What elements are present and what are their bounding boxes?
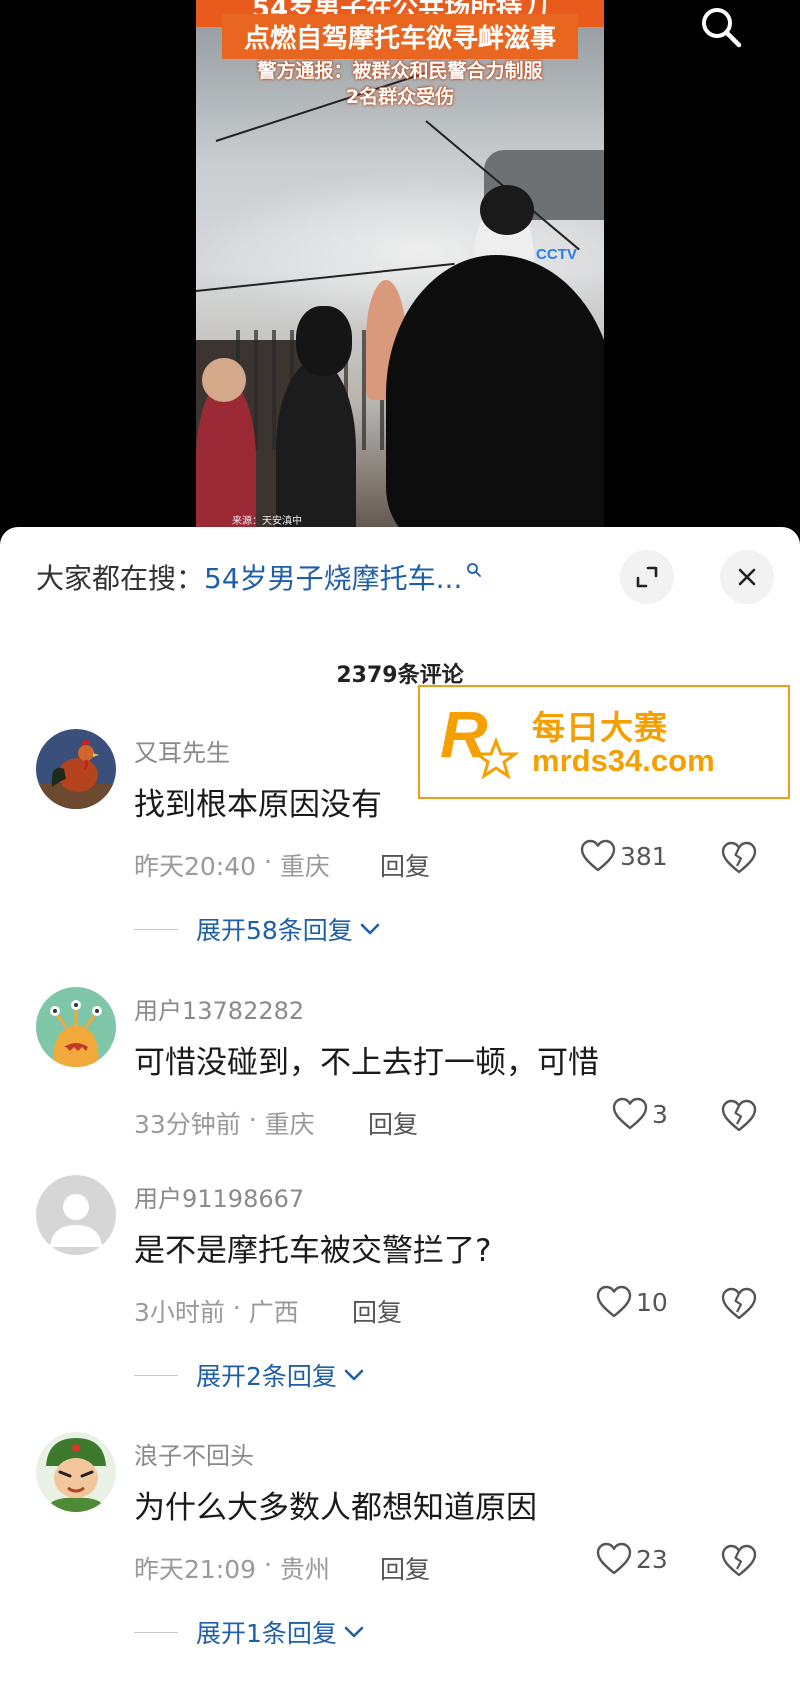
divider: [134, 928, 178, 930]
broken-heart-icon: [721, 1099, 757, 1132]
comment-time: 3小时前: [134, 1298, 225, 1327]
foreground-hair: [386, 255, 604, 540]
heart-icon: [580, 839, 616, 872]
divider: [134, 1631, 178, 1633]
comment-username[interactable]: 用户13782282: [134, 991, 304, 1026]
reply-button[interactable]: 回复: [352, 1293, 402, 1329]
comment-meta: 3小时前 · 广西: [134, 1293, 299, 1329]
comment-text: 找到根本原因没有: [134, 787, 382, 823]
chevron-down-icon: [344, 1369, 364, 1381]
meta-separator: ·: [256, 847, 280, 876]
dislike-button[interactable]: [720, 1544, 758, 1582]
ad-logo-icon: R: [440, 699, 520, 780]
like-button[interactable]: 10: [596, 1285, 668, 1319]
video-title-line1: 点燃自驾摩托车欲寻衅滋事: [222, 14, 578, 59]
broken-heart-icon: [721, 1544, 757, 1577]
meta-separator: ·: [224, 1293, 249, 1322]
dislike-button[interactable]: [720, 1099, 758, 1137]
like-count: 23: [636, 1544, 668, 1574]
comment-time: 33分钟前: [134, 1110, 241, 1139]
comment-username[interactable]: 用户91198667: [134, 1179, 304, 1214]
chevron-down-icon: [344, 1626, 364, 1638]
reply-button[interactable]: 回复: [380, 847, 430, 883]
like-count: 3: [652, 1099, 668, 1129]
search-icon: [467, 563, 482, 577]
close-icon: [738, 568, 756, 586]
comment-location: 广西: [248, 1298, 299, 1327]
like-button[interactable]: 381: [580, 839, 668, 873]
search-button[interactable]: [696, 2, 746, 52]
expand-replies[interactable]: 展开2条回复: [134, 1357, 365, 1393]
heart-icon: [612, 1097, 648, 1130]
like-button[interactable]: 3: [612, 1097, 668, 1131]
ad-url: mrds34.com: [532, 743, 715, 778]
soldier-avatar-icon: [36, 1432, 116, 1512]
expand-replies-label: 展开1条回复: [196, 1619, 337, 1648]
avatar[interactable]: [36, 1175, 116, 1255]
video-player[interactable]: CCTV 来源：天安滇中 54岁男子在公共场所持刀 点燃自驾摩托车欲寻衅滋事 警…: [0, 0, 800, 540]
comment-text: 可惜没碰到，不上去打一顿，可惜: [134, 1045, 599, 1081]
video-source: 来源：天安滇中: [232, 516, 302, 527]
chevron-down-icon: [360, 923, 380, 935]
comment-username[interactable]: 又耳先生: [134, 733, 230, 768]
divider: [134, 1374, 178, 1376]
comment-location: 贵州: [279, 1555, 330, 1584]
trending-search-prefix: 大家都在搜：: [36, 562, 205, 595]
comment-time: 昨天21:09: [134, 1555, 257, 1584]
default-avatar-icon: [36, 1175, 116, 1255]
comment-sheet: 大家都在搜： 54岁男子烧摩托车... 2379条评论 又耳先生 找到根本原因没…: [0, 527, 800, 1689]
expand-button[interactable]: [620, 550, 674, 604]
video-frame[interactable]: CCTV 来源：天安滇中 54岁男子在公共场所持刀 点燃自驾摩托车欲寻衅滋事 警…: [196, 0, 604, 540]
comment-text: 是不是摩托车被交警拦了?: [134, 1233, 492, 1269]
avatar[interactable]: [36, 1432, 116, 1512]
broken-heart-icon: [721, 841, 757, 874]
dislike-button[interactable]: [720, 841, 758, 879]
reply-button[interactable]: 回复: [368, 1105, 418, 1141]
ad-title: 每日大赛: [532, 708, 668, 747]
cctv-watermark: CCTV: [536, 246, 577, 263]
person-head: [202, 358, 246, 402]
avatar[interactable]: [36, 729, 116, 809]
ad-banner[interactable]: R 每日大赛 mrds34.com: [418, 685, 790, 799]
comment-time: 昨天20:40: [134, 852, 257, 881]
search-icon: [702, 8, 742, 48]
reply-button[interactable]: 回复: [380, 1550, 430, 1586]
person-head: [480, 185, 534, 235]
like-button[interactable]: 23: [596, 1542, 668, 1576]
video-title-line2: 警方通报：被群众和民警合力制服: [257, 60, 543, 82]
trending-search[interactable]: 大家都在搜： 54岁男子烧摩托车...: [36, 557, 482, 597]
like-count: 381: [620, 841, 668, 871]
video-title-line3: 2名群众受伤: [345, 86, 455, 108]
comment-text: 为什么大多数人都想知道原因: [134, 1490, 537, 1526]
comment-meta: 昨天21:09 · 贵州: [134, 1550, 330, 1586]
expand-replies[interactable]: 展开58条回复: [134, 911, 381, 947]
comment-location: 重庆: [279, 852, 330, 881]
expand-replies-label: 展开58条回复: [196, 916, 353, 945]
meta-separator: ·: [256, 1550, 280, 1579]
comment-item: 用户91198667 是不是摩托车被交警拦了? 3小时前 · 广西 回复 10 …: [0, 1175, 800, 1405]
avatar[interactable]: [36, 987, 116, 1067]
comment-item: 浪子不回头 为什么大多数人都想知道原因 昨天21:09 · 贵州 回复 23 展…: [0, 1432, 800, 1662]
meta-separator: ·: [240, 1105, 265, 1134]
comment-item: 用户13782282 可惜没碰到，不上去打一顿，可惜 33分钟前 · 重庆 回复…: [0, 987, 800, 1147]
monster-avatar-icon: [36, 987, 116, 1067]
comment-meta: 33分钟前 · 重庆: [134, 1105, 315, 1141]
trending-search-query[interactable]: 54岁男子烧摩托车...: [204, 557, 462, 597]
close-button[interactable]: [720, 550, 774, 604]
expand-icon: [636, 566, 658, 588]
comment-meta: 昨天20:40 · 重庆: [134, 847, 330, 883]
rooster-avatar-icon: [36, 729, 116, 809]
expand-replies-label: 展开2条回复: [196, 1362, 337, 1391]
like-count: 10: [636, 1287, 668, 1317]
comment-username[interactable]: 浪子不回头: [134, 1436, 254, 1471]
broken-heart-icon: [721, 1287, 757, 1320]
heart-icon: [596, 1285, 632, 1318]
comment-location: 重庆: [264, 1110, 315, 1139]
heart-icon: [596, 1542, 632, 1575]
expand-replies[interactable]: 展开1条回复: [134, 1614, 365, 1650]
dislike-button[interactable]: [720, 1287, 758, 1325]
svg-text:R: R: [440, 699, 488, 771]
person-head: [296, 306, 352, 376]
